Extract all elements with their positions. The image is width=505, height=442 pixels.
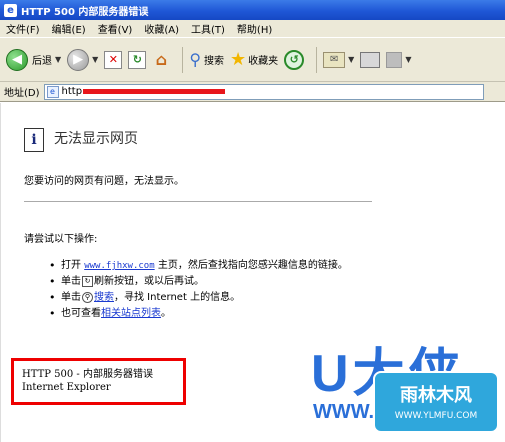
window-title: HTTP 500 内部服务器错误 [21, 6, 149, 18]
menu-view[interactable]: 查看(V) [98, 21, 133, 36]
browser-name: Internet Explorer [22, 382, 111, 393]
refresh-button[interactable]: ↻ [128, 50, 147, 69]
print-icon [360, 51, 381, 68]
toolbar-separator [316, 46, 318, 73]
chevron-down-icon[interactable]: ▼ [348, 55, 354, 64]
try-label: 请尝试以下操作: [24, 234, 98, 245]
mail-icon: ✉ [323, 51, 346, 68]
edit-button[interactable]: ▼ [386, 51, 411, 68]
redaction-mark [83, 89, 226, 94]
chevron-down-icon[interactable]: ▼ [55, 55, 61, 64]
search-icon: ⚲ [189, 50, 202, 69]
search-link[interactable]: 搜索 [94, 292, 114, 303]
list-item: 单击↻刷新按钮，或以后再试。 [49, 275, 379, 289]
related-sites-link[interactable]: 相关站点列表 [101, 308, 161, 319]
stop-icon: ✕ [104, 50, 123, 69]
info-icon: i [24, 128, 44, 152]
list-item: 打开 www.fjhxw.com 主页，然后查找指向您感兴趣信息的链接。 [49, 259, 379, 273]
error-code: HTTP 500 - 内部服务器错误 [22, 369, 153, 380]
address-bar: 地址(D) e http [0, 82, 505, 102]
divider [24, 201, 372, 202]
home-button[interactable]: ⌂ [152, 50, 170, 69]
badge-url: WWW.YLMFU.COM [394, 411, 478, 421]
suggestion-list: 打开 www.fjhxw.com 主页，然后查找指向您感兴趣信息的链接。 单击↻… [49, 259, 379, 323]
search-button[interactable]: ⚲ 搜索 [189, 50, 224, 69]
back-icon: ◀ [6, 48, 28, 71]
favorites-label: 收藏夹 [248, 56, 279, 67]
refresh-icon: ↻ [82, 275, 93, 287]
address-value: http [61, 86, 83, 97]
favorites-button[interactable]: ★ 收藏夹 [230, 49, 278, 70]
bullet-text: 单击 [61, 276, 81, 287]
chevron-down-icon[interactable]: ▼ [92, 55, 98, 64]
menu-bar: 文件(F) 编辑(E) 查看(V) 收藏(A) 工具(T) 帮助(H) [0, 20, 505, 38]
bullet-text: 打开 [61, 260, 85, 271]
title-bar: e HTTP 500 内部服务器错误 [0, 0, 505, 20]
refresh-icon: ↻ [128, 50, 147, 69]
bullet-text: 也可查看 [61, 308, 101, 319]
home-url-link[interactable]: www.fjhxw.com [84, 261, 154, 271]
history-button[interactable]: ↺ [284, 49, 305, 70]
history-icon: ↺ [284, 49, 305, 70]
page-icon: e [46, 85, 59, 98]
page-content: i 无法显示网页 您要访问的网页有问题，无法显示。 请尝试以下操作: 打开 ww… [0, 103, 505, 442]
ie-page-icon: e [4, 3, 17, 17]
edit-icon [386, 51, 403, 68]
bullet-text: ，寻找 Internet 上的信息。 [114, 292, 241, 303]
forward-button[interactable]: ▶ ▼ [67, 48, 98, 71]
address-label: 地址(D) [4, 88, 40, 99]
home-icon: ⌂ [155, 50, 168, 69]
menu-help[interactable]: 帮助(H) [237, 21, 272, 36]
star-icon: ★ [230, 49, 247, 70]
menu-favorites[interactable]: 收藏(A) [144, 21, 179, 36]
back-label: 后退 [32, 56, 52, 67]
toolbar: ◀ 后退 ▼ ▶ ▼ ✕ ↻ ⌂ ⚲ 搜索 ★ 收藏夹 ↺ ✉ ▼ ▼ [0, 38, 505, 82]
mail-button[interactable]: ✉ ▼ [323, 51, 354, 68]
watermark-badge: 雨林木风 WWW.YLMFU.COM [373, 371, 499, 433]
list-item: 单击⚲搜索，寻找 Internet 上的信息。 [49, 291, 379, 305]
address-input[interactable]: e http [43, 83, 484, 100]
print-button[interactable] [360, 51, 381, 68]
menu-file[interactable]: 文件(F) [6, 21, 40, 36]
toolbar-separator [182, 46, 184, 73]
menu-tools[interactable]: 工具(T) [191, 21, 225, 36]
list-item: 也可查看相关站点列表。 [49, 307, 379, 321]
forward-icon: ▶ [67, 48, 90, 71]
menu-edit[interactable]: 编辑(E) [52, 21, 86, 36]
chevron-down-icon[interactable]: ▼ [405, 55, 411, 64]
stop-button[interactable]: ✕ [104, 50, 123, 69]
search-icon: ⚲ [82, 291, 93, 303]
bullet-text: 刷新按钮，或以后再试。 [94, 276, 204, 287]
error-message: 您要访问的网页有问题，无法显示。 [24, 176, 184, 187]
bullet-text: 单击 [61, 292, 81, 303]
bullet-text: 主页，然后查找指向您感兴趣信息的链接。 [154, 260, 348, 271]
page-title: 无法显示网页 [54, 131, 138, 147]
badge-title: 雨林木风 [400, 385, 472, 406]
back-button[interactable]: ◀ 后退 ▼ [6, 48, 61, 71]
bullet-text: 。 [161, 308, 171, 319]
search-label: 搜索 [204, 56, 225, 67]
